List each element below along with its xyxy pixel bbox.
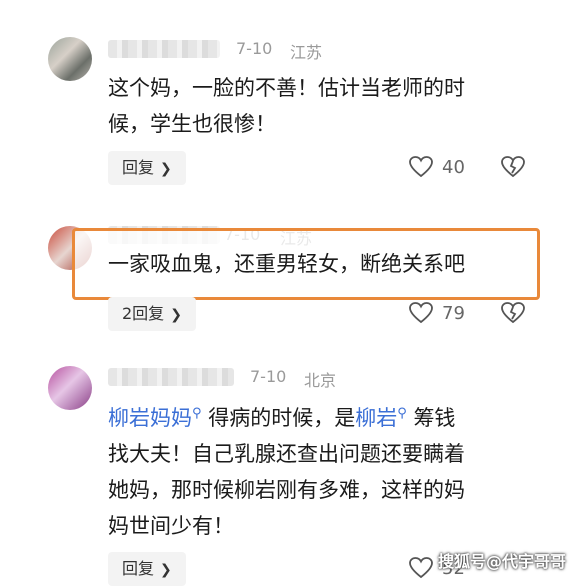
comment-date: 7-10	[236, 39, 273, 58]
dislike-button[interactable]	[500, 301, 526, 325]
reply-label: 回复	[122, 559, 155, 578]
reply-button[interactable]: 回复 ❯	[108, 151, 186, 185]
chevron-right-icon: ❯	[160, 562, 172, 578]
broken-heart-icon	[500, 155, 526, 179]
comment-text: 柳岩妈妈⚲ 得病的时候，是柳岩⚲ 筹钱 找大夫！自己乳腺还查出问题还要瞒着 她妈…	[108, 396, 465, 544]
chevron-right-icon: ❯	[170, 307, 182, 323]
username-blurred[interactable]	[108, 40, 220, 58]
mention-link[interactable]: 柳岩妈妈	[108, 406, 192, 430]
broken-heart-icon	[500, 301, 526, 325]
username-blurred[interactable]	[108, 368, 234, 386]
dislike-button[interactable]	[500, 155, 526, 179]
comment-line: 她妈，那时候柳岩刚有多难，这样的妈	[108, 478, 465, 502]
heart-icon	[408, 301, 434, 325]
reply-label: 2回复	[122, 304, 165, 323]
reply-label: 回复	[122, 158, 155, 177]
heart-icon	[408, 556, 434, 580]
comment-date: 7-10	[250, 367, 287, 386]
comment-line: 找大夫！自己乳腺还查出问题还要瞒着	[108, 442, 465, 466]
comment-text: 一家吸血鬼，还重男轻女，断绝关系吧	[108, 246, 465, 282]
comment-line: 妈世间少有！	[108, 514, 234, 538]
reply-button[interactable]: 回复 ❯	[108, 552, 186, 586]
comment-line: 候，学生也很惨！	[108, 112, 276, 136]
comment-segment: 得病的时候，是	[208, 406, 356, 430]
watermark: 搜狐号@代宇哥哥	[438, 552, 567, 571]
like-count: 40	[442, 156, 465, 178]
comment-line: 这个妈，一脸的不善！估计当老师的时	[108, 76, 465, 100]
comment-line: 柳岩妈妈⚲ 得病的时候，是柳岩⚲ 筹钱	[108, 396, 465, 436]
heart-icon	[408, 155, 434, 179]
search-icon: ⚲	[192, 406, 202, 421]
mention-link[interactable]: 柳岩	[355, 406, 397, 430]
like-button[interactable]: 79	[408, 301, 465, 325]
comment-text: 这个妈，一脸的不善！估计当老师的时 候，学生也很惨！	[108, 70, 465, 142]
reply-button[interactable]: 2回复 ❯	[108, 297, 196, 331]
avatar[interactable]	[48, 37, 92, 81]
like-count: 79	[442, 302, 465, 324]
comment-location: 江苏	[290, 43, 323, 62]
search-icon: ⚲	[397, 406, 407, 421]
comment-location: 北京	[304, 371, 337, 390]
like-button[interactable]: 40	[408, 155, 465, 179]
comment-segment: 筹钱	[413, 406, 456, 430]
comment-line: 一家吸血鬼，还重男轻女，断绝关系吧	[108, 252, 465, 276]
chevron-right-icon: ❯	[160, 161, 172, 177]
avatar[interactable]	[48, 366, 92, 410]
